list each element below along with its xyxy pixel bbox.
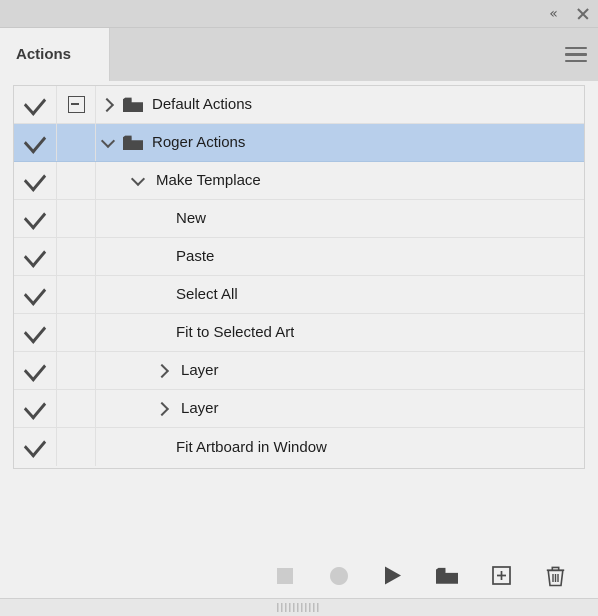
- stop-playing-button: [258, 559, 312, 593]
- actions-list[interactable]: Default Actions Roger Actions Make Templac…: [13, 85, 585, 469]
- row-dialog-toggle[interactable]: [57, 428, 96, 466]
- chevron-right-icon[interactable]: [151, 363, 175, 378]
- action-row[interactable]: Make Templace: [14, 162, 584, 200]
- row-dialog-toggle[interactable]: [57, 238, 96, 275]
- row-dialog-toggle[interactable]: [57, 314, 96, 351]
- row-dialog-toggle[interactable]: [57, 200, 96, 237]
- row-content: Paste: [96, 238, 584, 275]
- row-content: Select All: [96, 276, 584, 313]
- checkmark-icon: [23, 393, 47, 420]
- row-label: Layer: [181, 362, 219, 379]
- double-chevron-left-icon: «: [549, 5, 558, 22]
- row-toggle-checkbox[interactable]: [14, 390, 57, 427]
- row-dialog-toggle[interactable]: [57, 86, 96, 123]
- row-toggle-checkbox[interactable]: [14, 86, 57, 123]
- panel-tabstrip: Actions: [0, 28, 598, 81]
- checkmark-icon: [23, 279, 47, 306]
- chevron-right-icon[interactable]: [151, 401, 175, 416]
- play-triangle-icon: [384, 566, 402, 585]
- tabstrip-empty-area: [110, 28, 554, 81]
- row-dialog-toggle[interactable]: [57, 352, 96, 389]
- row-dialog-toggle[interactable]: [57, 162, 96, 199]
- tab-actions[interactable]: Actions: [0, 28, 110, 81]
- actions-panel: « Actions Default Actions Roger Actions Ma…: [0, 0, 598, 616]
- close-icon: [576, 7, 590, 21]
- close-panel-button[interactable]: [568, 1, 598, 27]
- row-toggle-checkbox[interactable]: [14, 200, 57, 237]
- action-row[interactable]: Layer: [14, 390, 584, 428]
- action-row[interactable]: Default Actions: [14, 86, 584, 124]
- row-label: Select All: [176, 286, 238, 303]
- row-label: Default Actions: [152, 96, 253, 113]
- record-circle-icon: [329, 566, 349, 586]
- row-toggle-checkbox[interactable]: [14, 314, 57, 351]
- panel-bottom-bar: [0, 598, 598, 616]
- row-dialog-toggle[interactable]: [57, 276, 96, 313]
- trash-icon: [546, 565, 565, 587]
- hamburger-menu-icon: [565, 47, 587, 62]
- new-document-plus-icon: [491, 566, 511, 585]
- stop-square-icon: [276, 567, 294, 585]
- row-label: Fit to Selected Art: [176, 324, 295, 341]
- row-dialog-toggle[interactable]: [57, 124, 96, 161]
- minus-box-icon: [67, 96, 85, 113]
- row-label: Fit Artboard in Window: [176, 438, 327, 456]
- row-label: Roger Actions: [152, 134, 246, 151]
- actions-toolbar: [0, 552, 598, 598]
- chevron-right-icon[interactable]: [96, 97, 120, 112]
- create-new-action-button[interactable]: [474, 559, 528, 593]
- checkmark-icon: [23, 432, 47, 458]
- create-new-set-button[interactable]: [420, 559, 474, 593]
- row-toggle-checkbox[interactable]: [14, 276, 57, 313]
- row-content: Fit to Selected Art: [96, 314, 584, 351]
- row-content: Layer: [96, 390, 584, 427]
- begin-recording-button: [312, 559, 366, 593]
- panel-menu-button[interactable]: [554, 28, 598, 81]
- chevron-down-icon[interactable]: [126, 171, 150, 186]
- action-row[interactable]: Roger Actions: [14, 124, 584, 162]
- row-content: Roger Actions: [96, 124, 584, 161]
- play-selection-button[interactable]: [366, 559, 420, 593]
- folder-icon: [436, 567, 458, 585]
- row-content: Make Templace: [96, 162, 584, 199]
- checkmark-icon: [23, 355, 47, 382]
- folder-icon: [120, 135, 146, 151]
- actions-list-container: Default Actions Roger Actions Make Templac…: [0, 81, 598, 552]
- action-row[interactable]: Fit to Selected Art: [14, 314, 584, 352]
- chevron-down-icon[interactable]: [96, 133, 120, 148]
- checkmark-icon: [23, 317, 47, 344]
- row-content: Fit Artboard in Window: [96, 428, 584, 466]
- row-label: Paste: [176, 248, 215, 265]
- action-row[interactable]: Paste: [14, 238, 584, 276]
- checkmark-icon: [23, 165, 47, 192]
- checkmark-icon: [23, 203, 47, 230]
- row-content: Layer: [96, 352, 584, 389]
- row-dialog-toggle[interactable]: [57, 390, 96, 427]
- row-label: Layer: [181, 400, 219, 417]
- action-row[interactable]: Fit Artboard in Window: [14, 428, 584, 466]
- row-toggle-checkbox[interactable]: [14, 162, 57, 199]
- panel-titlebar: «: [0, 0, 598, 28]
- row-toggle-checkbox[interactable]: [14, 428, 57, 466]
- folder-icon: [120, 97, 146, 113]
- row-content: New: [96, 200, 584, 237]
- checkmark-icon: [23, 127, 47, 154]
- collapse-to-icons-button[interactable]: «: [538, 1, 568, 27]
- action-row[interactable]: Layer: [14, 352, 584, 390]
- row-toggle-checkbox[interactable]: [14, 238, 57, 275]
- row-label: New: [176, 210, 207, 227]
- row-label: Make Templace: [156, 172, 261, 189]
- tab-actions-label: Actions: [16, 46, 72, 63]
- checkmark-icon: [23, 241, 47, 268]
- delete-selection-button[interactable]: [528, 559, 582, 593]
- action-row[interactable]: Select All: [14, 276, 584, 314]
- checkmark-icon: [23, 89, 47, 116]
- row-content: Default Actions: [96, 86, 584, 123]
- row-toggle-checkbox[interactable]: [14, 352, 57, 389]
- action-row[interactable]: New: [14, 200, 584, 238]
- row-toggle-checkbox[interactable]: [14, 124, 57, 161]
- resize-grip-icon[interactable]: [277, 603, 321, 612]
